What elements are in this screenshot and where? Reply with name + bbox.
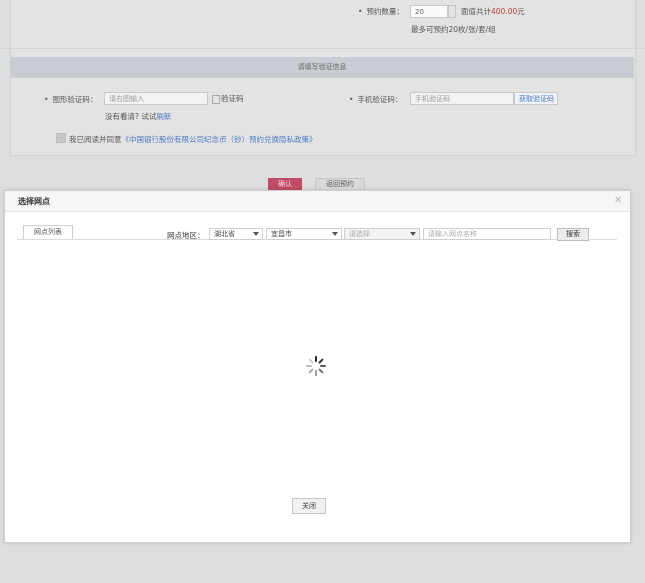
tab-branch-list[interactable]: 网点列表 [23, 225, 73, 240]
captcha-image[interactable]: 验证码 [212, 93, 244, 104]
verify-section-header: 请填写验证信息 [10, 57, 634, 78]
modal-title: 选择网点 [18, 197, 50, 206]
loading-spinner-icon [306, 356, 326, 376]
captcha-hint: 没有看清? 试试刷新 [105, 112, 172, 121]
image-code-input[interactable]: 请右图输入 [104, 92, 208, 105]
total-amount-value: 400.00 [491, 7, 518, 16]
chevron-down-icon [332, 232, 338, 236]
chevron-down-icon [410, 232, 416, 236]
divider [0, 48, 645, 49]
modal-header: 选择网点 ✕ [5, 191, 630, 212]
image-code-label: 图形验证码： [44, 94, 97, 105]
province-select[interactable]: 湖北省 [209, 228, 263, 240]
close-icon[interactable]: ✕ [614, 195, 622, 206]
quantity-input[interactable]: 20 [410, 5, 448, 18]
modal-close-button[interactable]: 关闭 [292, 498, 326, 514]
branch-search-input[interactable]: 请输入网点名称 [423, 228, 551, 240]
booking-form-panel [10, 0, 636, 156]
privacy-policy-link[interactable]: 《中国银行股份有限公司纪念币（钞）预约兑换隐私政策》 [122, 135, 317, 144]
total-amount: 面值共计400.00元 [461, 7, 525, 16]
quantity-label: 预约数量： [358, 6, 404, 17]
district-select[interactable]: 请选择 [344, 228, 420, 240]
quantity-stepper[interactable] [448, 5, 456, 18]
chevron-down-icon [253, 232, 259, 236]
city-select[interactable]: 宜昌市 [266, 228, 342, 240]
agree-text: 我已阅读并同意《中国银行股份有限公司纪念币（钞）预约兑换隐私政策》 [69, 135, 317, 144]
select-branch-modal: 选择网点 ✕ 网点列表 网点地区： 湖北省 宜昌市 请选择 请输入网点名称 搜索… [4, 190, 631, 543]
broken-image-icon [212, 94, 220, 104]
region-label: 网点地区： [167, 231, 205, 240]
get-sms-code-button[interactable]: 获取验证码 [514, 92, 558, 105]
search-button[interactable]: 搜索 [557, 228, 589, 241]
sms-code-label: 手机验证码： [349, 94, 402, 105]
sms-code-input[interactable]: 手机验证码 [410, 92, 514, 105]
agree-checkbox[interactable] [56, 133, 66, 143]
refresh-captcha-link[interactable]: 刷新 [156, 112, 171, 121]
max-quantity-note: 最多可预约20枚/张/套/组 [411, 25, 496, 34]
